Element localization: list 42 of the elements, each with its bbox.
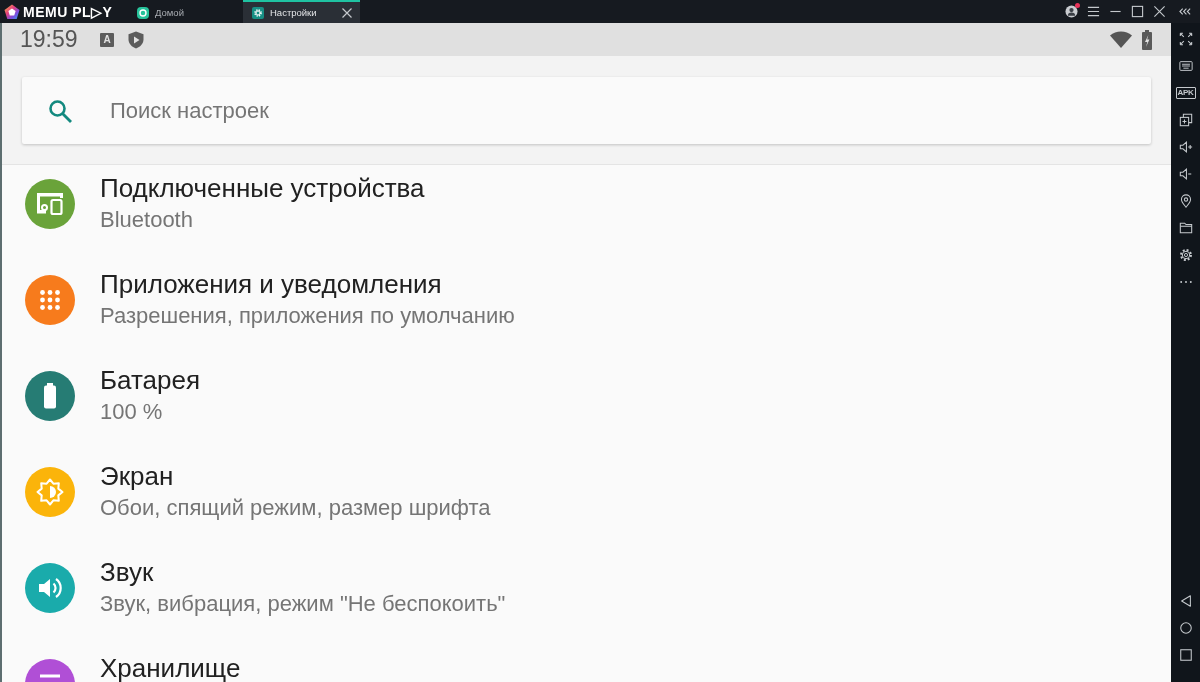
keyboard-indicator: A xyxy=(100,32,114,47)
search-icon xyxy=(48,98,72,123)
multi-window-icon[interactable] xyxy=(1178,112,1193,127)
setting-subtitle: Обои, спящий режим, размер шрифта xyxy=(100,495,491,521)
tab[interactable]: Домой xyxy=(128,0,241,23)
setting-title[interactable]: Подключенные устройства xyxy=(100,175,425,202)
setting-title[interactable]: Приложения и уведомления xyxy=(100,271,515,298)
setting-subtitle: Разрешения, приложения по умолчанию xyxy=(100,303,515,329)
wifi-icon xyxy=(1110,31,1132,48)
setting-title[interactable]: Хранилище xyxy=(100,655,241,682)
close-icon[interactable] xyxy=(1153,5,1166,18)
volume-down-icon[interactable] xyxy=(1178,166,1193,181)
battery-icon xyxy=(1142,29,1152,50)
account-icon[interactable] xyxy=(1065,5,1078,18)
setting-subtitle: Bluetooth xyxy=(100,207,194,233)
settings-icon[interactable] xyxy=(1178,247,1193,262)
setting-title[interactable]: Экран xyxy=(100,463,491,490)
fullscreen-icon[interactable] xyxy=(1178,31,1193,46)
setting-title[interactable]: Звук xyxy=(100,559,506,586)
volume-up-icon[interactable] xyxy=(1178,139,1193,154)
status-time: 19:59 xyxy=(20,26,79,53)
gear-icon xyxy=(252,6,264,19)
tab[interactable]: Настройки xyxy=(243,0,360,23)
close-tab-icon[interactable] xyxy=(342,7,352,18)
folder-icon[interactable] xyxy=(1178,220,1193,235)
shield-play-icon xyxy=(128,30,144,49)
maximize-icon[interactable] xyxy=(1131,5,1144,18)
menu-icon[interactable] xyxy=(1087,5,1100,18)
setting-subtitle: Звук, вибрация, режим "Не беспокоить" xyxy=(100,591,506,617)
home-icon[interactable] xyxy=(1178,620,1193,635)
recents-icon[interactable] xyxy=(1178,647,1193,662)
setting-title[interactable]: Батарея xyxy=(100,367,201,394)
logo-text: MEMU PL▷Y xyxy=(23,3,113,20)
location-pin-icon[interactable] xyxy=(1178,193,1193,208)
back-icon[interactable] xyxy=(1178,593,1193,608)
keyboard-icon[interactable] xyxy=(1178,58,1193,73)
chevrons-left-icon[interactable] xyxy=(1179,5,1192,18)
setting-subtitle: 100 % xyxy=(100,399,164,425)
search-field[interactable]: Поиск настроек xyxy=(22,77,1151,144)
logo-icon xyxy=(4,3,20,20)
app-icon xyxy=(137,6,149,19)
apk-button[interactable]: APK xyxy=(1175,86,1196,99)
